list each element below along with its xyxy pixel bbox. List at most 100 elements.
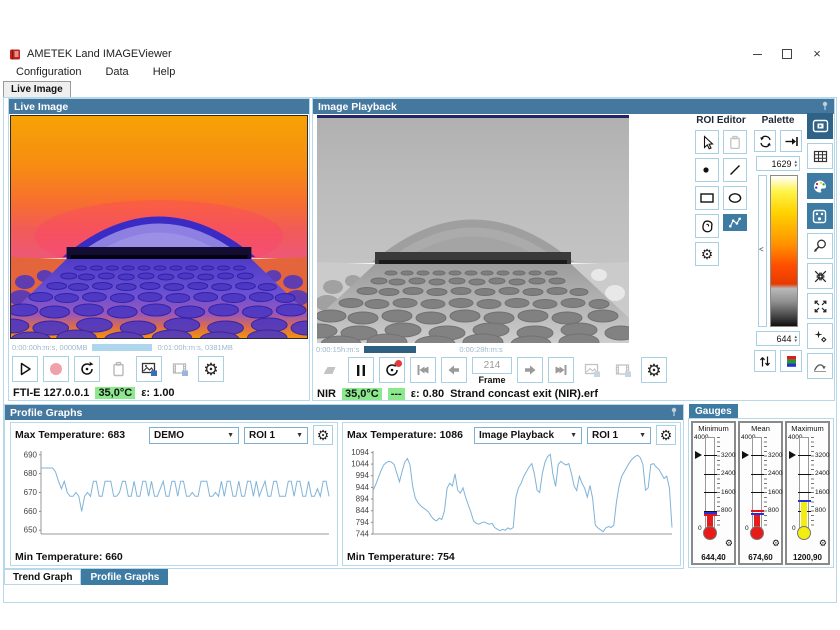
roi-rectangle-tool[interactable] — [695, 186, 719, 210]
live-progress-bar[interactable] — [92, 344, 152, 351]
roi-freeform-tool[interactable] — [695, 214, 719, 238]
setpoint-arrow-icon[interactable] — [789, 451, 796, 459]
live-loop-button[interactable] — [74, 356, 100, 382]
tab-trend-graph[interactable]: Trend Graph — [4, 569, 81, 585]
tab-live-image[interactable]: Live Image — [3, 81, 71, 97]
gauges-tab[interactable]: Gauges — [689, 404, 738, 418]
roi-settings-button[interactable]: ⚙ — [695, 242, 719, 266]
curve-correction-button[interactable] — [807, 353, 833, 379]
playback-emissivity-label: ε: 0.80 — [411, 388, 444, 400]
palette-max-spinner[interactable]: 1629 ▴▾ — [756, 156, 800, 171]
frame-number-input[interactable]: 214 — [472, 357, 512, 374]
playback-settings-button[interactable]: ⚙ — [641, 357, 667, 383]
roi-editor-title: ROI Editor — [691, 115, 751, 126]
gear-icon: ⚙ — [660, 427, 673, 444]
gauge-title: Mean — [740, 424, 781, 433]
roi-ellipse-tool[interactable] — [723, 186, 747, 210]
roi-line-tool[interactable] — [723, 158, 747, 182]
view-collapse-button[interactable] — [807, 263, 833, 289]
menu-help[interactable]: Help — [153, 66, 176, 78]
gauge-value: 1200,90 — [787, 553, 828, 562]
view-expand-button[interactable] — [807, 293, 833, 319]
roi-paste-tool[interactable] — [723, 130, 747, 154]
roi-point-tool[interactable] — [695, 158, 719, 182]
live-delete-button[interactable] — [105, 356, 131, 382]
palette-range-slider[interactable]: < — [758, 175, 767, 327]
playback-next-frame-button[interactable] — [517, 357, 543, 383]
menu-data[interactable]: Data — [105, 66, 128, 78]
live-snapshot-button[interactable] — [136, 356, 162, 382]
live-settings-button[interactable]: ⚙ — [198, 356, 224, 382]
view-zoom-tool-button[interactable] — [807, 233, 833, 259]
gauge-settings-button[interactable]: ⚙ — [772, 538, 780, 549]
view-data-table-button[interactable] — [807, 143, 833, 169]
playback-first-frame-button[interactable] — [410, 357, 436, 383]
palette-bottom-buttons — [753, 350, 803, 372]
spinner-arrows-icon[interactable]: ▴▾ — [794, 160, 797, 168]
playback-prev-frame-button[interactable] — [441, 357, 467, 383]
palette-invert-button[interactable] — [754, 350, 776, 372]
app-logo-icon — [9, 48, 22, 61]
live-play-button[interactable] — [12, 356, 38, 382]
rgb-bars-icon — [785, 354, 798, 369]
view-gauges-panel-button[interactable] — [807, 203, 833, 229]
svg-text:894: 894 — [356, 495, 370, 504]
playback-image[interactable] — [317, 115, 629, 343]
view-live-display-button[interactable] — [807, 113, 833, 139]
live-record-video-button[interactable] — [167, 356, 193, 382]
roi-select-value: ROI 1 — [249, 430, 275, 441]
gauge-settings-button[interactable]: ⚙ — [725, 538, 733, 549]
setpoint-arrow-icon[interactable] — [695, 451, 702, 459]
close-button[interactable]: × — [811, 48, 823, 60]
chart-settings-button[interactable]: ⚙ — [313, 425, 333, 445]
gauges-panel: Gauges Minimum 4000 0 320024001600800 — [688, 404, 836, 569]
gauge-value: 644,40 — [693, 553, 734, 562]
chart-settings-button[interactable]: ⚙ — [656, 425, 676, 445]
playback-pause-button[interactable] — [348, 357, 374, 383]
roi-select-tool[interactable] — [695, 130, 719, 154]
live-progress-start: 0:00:00h:m:s, 0000MB — [12, 343, 87, 352]
gauge-value: 674,60 — [740, 553, 781, 562]
tab-profile-graphs[interactable]: Profile Graphs — [81, 569, 168, 585]
playback-loop-button[interactable] — [379, 357, 405, 383]
palette-color-mode-button[interactable] — [780, 350, 802, 372]
pin-icon[interactable] — [821, 101, 829, 113]
gauge-maximum: Maximum 4000 0 320024001600800 ⚙ — [785, 421, 830, 565]
playback-progress-bar[interactable] — [364, 346, 416, 353]
live-thermal-image[interactable] — [10, 115, 308, 339]
playback-last-frame-button[interactable] — [548, 357, 574, 383]
roi-select[interactable]: ROI 1▼ — [587, 427, 651, 444]
live-record-button[interactable] — [43, 356, 69, 382]
palette-gradient[interactable] — [770, 175, 798, 327]
roi-polyline-tool[interactable] — [723, 214, 747, 231]
setpoint-arrow-icon[interactable] — [742, 451, 749, 459]
pause-icon — [354, 363, 368, 378]
grayscale-image-graphic — [317, 115, 629, 343]
gear-icon: ⚙ — [203, 361, 218, 378]
gauge-scale-min: 0 — [745, 525, 749, 532]
title-bar: AMETEK Land IMAGEViewer × — [3, 45, 837, 63]
menu-configuration[interactable]: Configuration — [16, 66, 81, 78]
gauge-scale-min: 0 — [698, 525, 702, 532]
playback-snapshot-button[interactable] — [579, 357, 605, 383]
playback-export-video-button[interactable] — [610, 357, 636, 383]
maximize-button[interactable] — [781, 48, 793, 60]
pin-icon[interactable] — [670, 407, 678, 419]
palette-autoscale-button[interactable] — [754, 130, 776, 152]
minimize-button[interactable] — [751, 48, 763, 60]
add-annotation-button[interactable] — [807, 323, 833, 349]
svg-text:844: 844 — [356, 506, 370, 515]
palette-min-spinner[interactable]: 644 ▴▾ — [756, 331, 800, 346]
live-device-label: FTI-E 127.0.0.1 — [13, 387, 89, 399]
source-select[interactable]: DEMO▼ — [149, 427, 239, 444]
svg-text:660: 660 — [24, 507, 38, 516]
playback-eject-button[interactable] — [317, 357, 343, 383]
bottom-tab-bar: Trend Graph Profile Graphs — [4, 569, 168, 585]
gauge-settings-button[interactable]: ⚙ — [819, 538, 827, 549]
source-select[interactable]: Image Playback▼ — [474, 427, 582, 444]
view-palette-panel-button[interactable] — [807, 173, 833, 199]
roi-select[interactable]: ROI 1▼ — [244, 427, 308, 444]
record-icon — [48, 361, 64, 377]
palette-apply-button[interactable] — [780, 130, 802, 152]
spinner-arrows-icon[interactable]: ▴▾ — [794, 335, 797, 343]
